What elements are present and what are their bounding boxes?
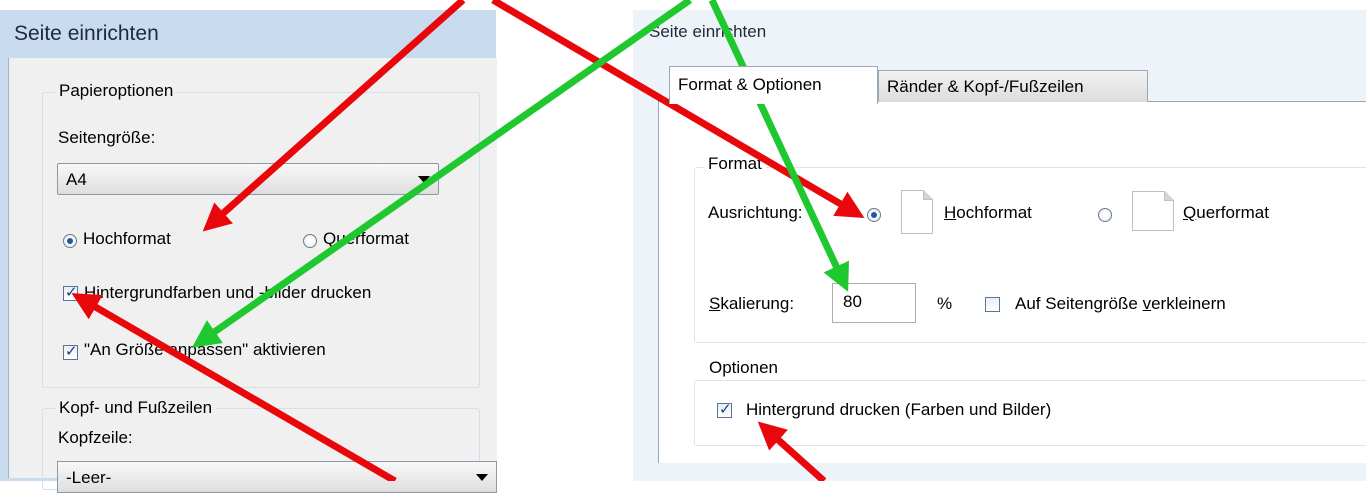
landscape-label: Querformat bbox=[1183, 203, 1269, 222]
shrink-to-page-label: Auf Seitengröße verkleinern bbox=[1015, 294, 1226, 313]
orientation-label: Ausrichtung: bbox=[708, 203, 803, 222]
print-background-label: Hintergrundfarben und -bilder drucken bbox=[84, 283, 372, 302]
header-footer-legend: Kopf- und Fußzeilen bbox=[55, 398, 217, 418]
print-background-label: Hintergrund drucken (Farben und Bilder) bbox=[746, 400, 1052, 419]
scaling-input[interactable]: 80 bbox=[832, 283, 916, 323]
print-background-checkbox[interactable] bbox=[717, 400, 732, 418]
shrink-to-fit-label: "An Größe anpassen" aktivieren bbox=[84, 340, 326, 359]
tab-margins-header-footer[interactable]: Ränder & Kopf-/Fußzeilen bbox=[878, 70, 1148, 102]
portrait-label: Hochformat bbox=[83, 229, 171, 248]
format-group bbox=[694, 167, 1366, 343]
right-window-title: Seite einrichten bbox=[649, 22, 767, 41]
percent-sign: % bbox=[937, 294, 953, 313]
window-bottom-strip bbox=[646, 463, 1366, 481]
tab-format-options[interactable]: Format & Optionen bbox=[669, 66, 878, 104]
scaling-label: Skalierung: bbox=[709, 294, 795, 313]
chevron-down-icon bbox=[418, 176, 430, 183]
portrait-label: Hochformat bbox=[944, 203, 1032, 222]
chevron-down-icon bbox=[476, 474, 488, 481]
landscape-label: Querformat bbox=[323, 229, 409, 248]
page-size-label: Seitengröße: bbox=[58, 128, 156, 147]
landscape-page-icon bbox=[1132, 191, 1174, 231]
landscape-radio[interactable] bbox=[303, 234, 317, 248]
page-size-value: A4 bbox=[66, 170, 87, 189]
portrait-radio[interactable] bbox=[63, 234, 77, 248]
page-size-select[interactable]: A4 bbox=[57, 163, 439, 195]
header-value: -Leer- bbox=[66, 468, 112, 487]
left-window-title: Seite einrichten bbox=[14, 22, 159, 45]
portrait-page-icon bbox=[901, 190, 933, 234]
header-select[interactable]: -Leer- bbox=[57, 461, 497, 493]
shrink-to-page-checkbox[interactable] bbox=[985, 297, 1000, 312]
options-legend: Optionen bbox=[705, 358, 782, 378]
print-background-checkbox[interactable] bbox=[63, 283, 78, 301]
shrink-to-fit-checkbox[interactable] bbox=[63, 342, 78, 360]
header-label: Kopfzeile: bbox=[58, 428, 133, 447]
portrait-radio[interactable] bbox=[867, 208, 881, 222]
landscape-radio[interactable] bbox=[1098, 208, 1112, 222]
paper-options-legend: Papieroptionen bbox=[55, 81, 178, 101]
format-legend: Format bbox=[704, 154, 766, 174]
